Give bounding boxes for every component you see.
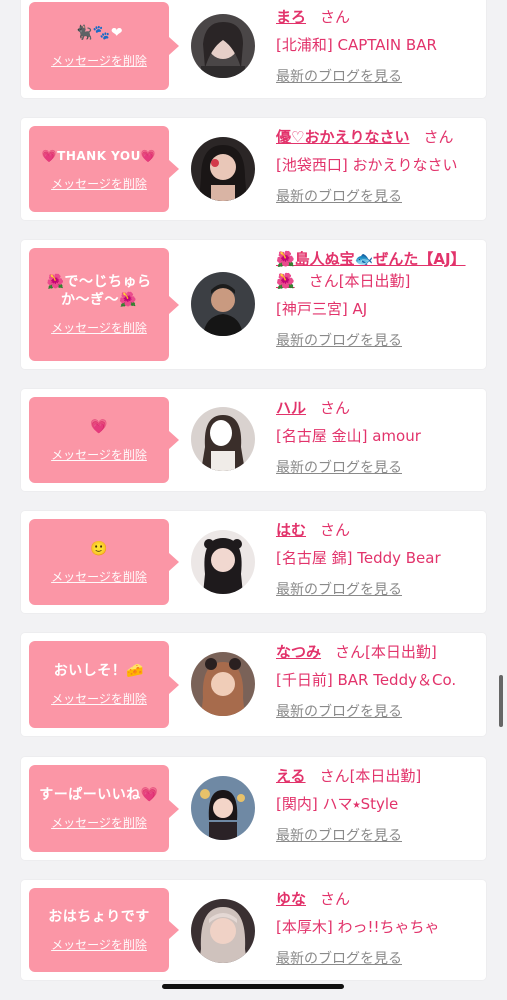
honorific: さん xyxy=(320,521,351,539)
message-bubble: 🙂 メッセージを削除 xyxy=(29,519,179,605)
honorific: さん xyxy=(423,128,454,146)
cast-name-link[interactable]: 優♡おかえりなさい xyxy=(276,128,409,146)
latest-blog-link[interactable]: 最新のブログを見る xyxy=(276,581,478,599)
message-text: おはちょりです xyxy=(48,908,150,925)
cast-name-link[interactable]: はむ xyxy=(276,521,306,539)
shop-name: [神戸三宮] AJ xyxy=(276,300,368,318)
status-badge: [本日出勤] xyxy=(338,272,411,290)
honorific: さん xyxy=(335,643,366,661)
cast-name-link[interactable]: える xyxy=(276,767,306,785)
avatar-photo-icon xyxy=(191,652,255,716)
cast-name-link[interactable]: まろ xyxy=(276,8,306,26)
status-badge: [本日出勤] xyxy=(365,643,437,661)
delete-message-link[interactable]: メッセージを削除 xyxy=(51,175,147,192)
latest-blog-link[interactable]: 最新のブログを見る xyxy=(276,68,478,86)
list-item: 🐈‍⬛🐾❤ メッセージを削除 まろ さん [北浦和] CAPTAIN BAR 最新… xyxy=(21,0,486,98)
message-text: 🌺で〜じちゅらか〜ぎ〜🌺 xyxy=(46,274,152,308)
delete-message-link[interactable]: メッセージを削除 xyxy=(51,319,147,336)
avatar[interactable] xyxy=(191,530,255,594)
delete-message-link[interactable]: メッセージを削除 xyxy=(51,52,147,69)
message-bubble: すーぱーいいね💗 メッセージを削除 xyxy=(29,765,179,852)
latest-blog-link[interactable]: 最新のブログを見る xyxy=(276,188,478,206)
cast-info: 優♡おかえりなさい さん [池袋西口] おかえりなさい 最新のブログを見る xyxy=(276,126,478,206)
avatar-photo-icon xyxy=(191,137,255,201)
delete-message-link[interactable]: メッセージを削除 xyxy=(51,690,147,707)
shop-name: [名古屋 金山] amour xyxy=(276,427,421,445)
list-item: 💗 メッセージを削除 ハル さん [名古屋 金山] amour 最新のブログを見る xyxy=(21,389,486,491)
cast-name-link[interactable]: なつみ xyxy=(276,643,321,661)
avatar-photo-icon xyxy=(191,530,255,594)
honorific: さん xyxy=(308,272,339,290)
honorific: さん xyxy=(320,890,351,908)
shop-name: [池袋西口] おかえりなさい xyxy=(276,156,458,174)
avatar-photo-icon xyxy=(191,776,255,840)
latest-blog-link[interactable]: 最新のブログを見る xyxy=(276,459,478,477)
delete-message-link[interactable]: メッセージを削除 xyxy=(51,814,147,831)
shop-name: [名古屋 錦] Teddy Bear xyxy=(276,549,441,567)
cast-info: まろ さん [北浦和] CAPTAIN BAR 最新のブログを見る xyxy=(276,6,478,86)
message-text: 🐈‍⬛🐾❤ xyxy=(74,24,124,41)
delete-message-link[interactable]: メッセージを削除 xyxy=(51,446,147,463)
avatar[interactable] xyxy=(191,14,255,78)
scrollbar[interactable] xyxy=(499,675,503,727)
latest-blog-link[interactable]: 最新のブログを見る xyxy=(276,827,478,845)
message-bubble: おはちょりです メッセージを削除 xyxy=(29,888,179,972)
list-item: すーぱーいいね💗 メッセージを削除 える さん[本日出勤] [関内] ハマ⭑Sty… xyxy=(21,757,486,860)
avatar-photo-icon xyxy=(191,272,255,336)
latest-blog-link[interactable]: 最新のブログを見る xyxy=(276,703,478,721)
message-bubble: 🐈‍⬛🐾❤ メッセージを削除 xyxy=(29,2,179,90)
cast-info: ゆな さん [本厚木] わっ!!ちゃちゃ 最新のブログを見る xyxy=(276,888,478,968)
cast-info: ハル さん [名古屋 金山] amour 最新のブログを見る xyxy=(276,397,478,477)
list-item: おはちょりです メッセージを削除 ゆな さん [本厚木] わっ!!ちゃちゃ 最新の… xyxy=(21,880,486,980)
delete-message-link[interactable]: メッセージを削除 xyxy=(51,936,147,953)
message-bubble: 💗 メッセージを削除 xyxy=(29,397,179,483)
avatar-photo-icon xyxy=(191,407,255,471)
avatar-photo-icon xyxy=(191,899,255,963)
honorific: さん xyxy=(319,767,350,785)
shop-name: [千日前] BAR Teddy＆Co. xyxy=(276,671,457,689)
status-badge: [本日出勤] xyxy=(349,767,422,785)
message-text: 💗THANK YOU💗 xyxy=(41,148,157,163)
list-item: 💗THANK YOU💗 メッセージを削除 優♡おかえりなさい さん [池袋西口] … xyxy=(21,118,486,220)
honorific: さん xyxy=(320,8,351,26)
shop-name: [本厚木] わっ!!ちゃちゃ xyxy=(276,918,440,936)
cast-info: なつみ さん[本日出勤] [千日前] BAR Teddy＆Co. 最新のブログを見… xyxy=(276,641,478,721)
avatar[interactable] xyxy=(191,272,255,336)
list-item: 🙂 メッセージを削除 はむ さん [名古屋 錦] Teddy Bear 最新のブロ… xyxy=(21,511,486,613)
cast-name-link[interactable]: ゆな xyxy=(276,890,306,908)
shop-name: [関内] ハマ⭑Style xyxy=(276,795,399,813)
latest-blog-link[interactable]: 最新のブログを見る xyxy=(276,950,478,968)
cast-info: える さん[本日出勤] [関内] ハマ⭑Style 最新のブログを見る xyxy=(276,765,478,845)
message-text: すーぱーいいね💗 xyxy=(39,787,159,803)
avatar[interactable] xyxy=(191,407,255,471)
cast-name-link[interactable]: ハル xyxy=(276,399,306,417)
shop-name: [北浦和] CAPTAIN BAR xyxy=(276,36,437,54)
message-bubble: 🌺で〜じちゅらか〜ぎ〜🌺 メッセージを削除 xyxy=(29,248,179,361)
avatar[interactable] xyxy=(191,137,255,201)
cast-info: 🌺島人ぬ宝🐟ぜんた【AJ】🌺 さん[本日出勤] [神戸三宮] AJ 最新のブログを… xyxy=(276,248,478,350)
cast-info: はむ さん [名古屋 錦] Teddy Bear 最新のブログを見る xyxy=(276,519,478,599)
message-bubble: 💗THANK YOU💗 メッセージを削除 xyxy=(29,126,179,212)
message-bubble: おいしそ！🧀 メッセージを削除 xyxy=(29,641,179,728)
delete-message-link[interactable]: メッセージを削除 xyxy=(51,568,147,585)
list-item: おいしそ！🧀 メッセージを削除 なつみ さん[本日出勤] [千日前] BAR Te… xyxy=(21,633,486,736)
message-text: 🙂 xyxy=(90,540,108,557)
message-text: おいしそ！🧀 xyxy=(53,663,145,679)
honorific: さん xyxy=(320,399,351,417)
avatar[interactable] xyxy=(191,899,255,963)
message-text: 💗 xyxy=(90,418,108,435)
avatar-photo-icon xyxy=(191,14,255,78)
latest-blog-link[interactable]: 最新のブログを見る xyxy=(276,332,478,350)
avatar[interactable] xyxy=(191,652,255,716)
list-item: 🌺で〜じちゅらか〜ぎ〜🌺 メッセージを削除 🌺島人ぬ宝🐟ぜんた【AJ】🌺 さん[本… xyxy=(21,240,486,369)
avatar[interactable] xyxy=(191,776,255,840)
home-indicator[interactable] xyxy=(162,984,344,989)
